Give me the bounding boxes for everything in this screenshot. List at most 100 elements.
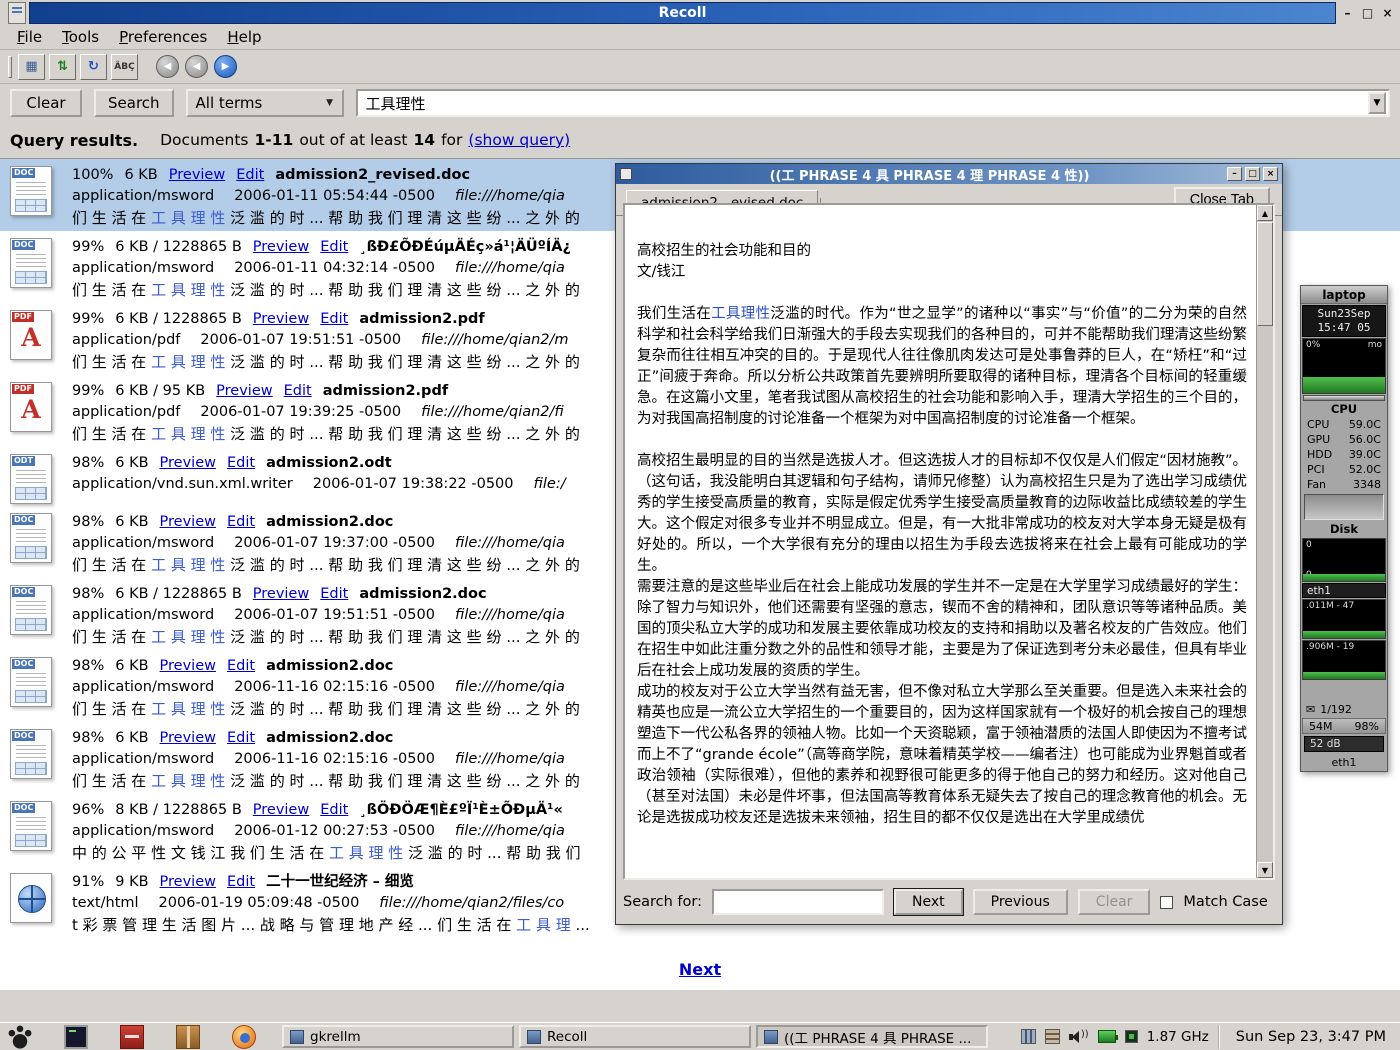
clear-button[interactable]: Clear (10, 89, 82, 117)
preview-link[interactable]: Preview (160, 655, 216, 677)
gkrellm-clock: Sun23Sep 15:47 05 (1302, 305, 1386, 337)
sensor-label: GPU (1307, 432, 1330, 447)
menu-help[interactable]: Help (218, 26, 270, 48)
result-mime: application/pdf (72, 402, 180, 423)
red-app-launcher-icon[interactable] (120, 1025, 144, 1049)
results-count-text: Documents (160, 131, 248, 149)
sort-order-icon[interactable]: ⇅ (49, 54, 76, 80)
preview-link[interactable]: Preview (169, 164, 225, 186)
nav-back-icon[interactable]: ◀ (156, 55, 179, 78)
terminal-launcher-icon[interactable] (64, 1025, 88, 1049)
doc-lines (16, 254, 46, 268)
snippet-text: 泛 滥 的 时 ... 帮 助 我 们 理 清 这 些 纷 ... 之 外 的 (225, 425, 579, 443)
preview-link[interactable]: Preview (253, 308, 309, 330)
preview-link[interactable]: Preview (160, 452, 216, 474)
preview-window-menu-icon[interactable] (620, 168, 632, 180)
find-input[interactable] (712, 889, 884, 915)
result-title: admission2.doc (266, 655, 393, 677)
matched-term: 工 具 理 性 (151, 700, 225, 718)
minimize-button[interactable]: – (1339, 2, 1356, 24)
edit-link[interactable]: Edit (320, 236, 348, 258)
package-launcher-icon[interactable] (176, 1025, 200, 1049)
nav-forward-icon[interactable]: ▶ (214, 55, 237, 78)
preview-link[interactable]: Preview (253, 236, 309, 258)
edit-link[interactable]: Edit (320, 308, 348, 330)
query-history-chevron-icon[interactable]: ▼ (1368, 92, 1386, 114)
result-title: admission2.doc (359, 583, 486, 605)
preview-maximize-button[interactable]: □ (1245, 167, 1260, 181)
preview-link[interactable]: Preview (160, 871, 216, 893)
result-mime: application/pdf (72, 330, 180, 351)
result-relevance: 98% (72, 583, 104, 605)
result-relevance: 99% (72, 308, 104, 330)
task-button-label: gkrellm (310, 1029, 361, 1045)
edit-link[interactable]: Edit (227, 511, 255, 533)
show-query-link[interactable]: (show query) (468, 131, 570, 149)
results-table-icon[interactable]: ▦ (18, 54, 45, 80)
firefox-launcher-icon[interactable] (232, 1025, 256, 1049)
window-menu-icon[interactable] (8, 2, 26, 24)
preview-close-button[interactable]: × (1263, 167, 1278, 181)
find-clear-button: Clear (1078, 889, 1151, 915)
result-title: admission2.doc (266, 511, 393, 533)
scroll-up-icon[interactable]: ▲ (1257, 205, 1273, 221)
preview-link[interactable]: Preview (253, 799, 309, 821)
search-mode-select[interactable]: All terms ▼ (186, 89, 344, 117)
power-icon[interactable] (1098, 1030, 1116, 1043)
layout-indicator-icon[interactable] (1045, 1029, 1060, 1044)
query-input[interactable]: 工具理性 ▼ (356, 89, 1390, 117)
snippet-text: ... (571, 916, 590, 934)
preview-minimize-button[interactable]: – (1227, 167, 1242, 181)
sensor-label: CPU (1307, 417, 1329, 432)
edit-link[interactable]: Edit (284, 380, 312, 402)
preview-titlebar[interactable]: ((工 PHRASE 4 具 PHRASE 4 理 PHRASE 4 性)) –… (616, 164, 1282, 184)
snippet-text: 们 生 活 在 (72, 700, 151, 718)
result-date: 2006-01-11 04:32:14 -0500 (234, 258, 435, 279)
preview-link[interactable]: Preview (253, 583, 309, 605)
scrollbar-thumb[interactable] (1257, 222, 1273, 326)
result-file-icon (10, 871, 72, 936)
result-url: file:///home/qian2/files/co (379, 893, 564, 914)
menu-file[interactable]: File (8, 26, 51, 48)
preview-scrollbar[interactable]: ▲ ▼ (1256, 205, 1273, 878)
edit-link[interactable]: Edit (227, 727, 255, 749)
preview-paragraph: 成功的校友对于公立大学当然有益无害，但不像对私立大学那么至关重要。但是选入未来社… (637, 682, 1247, 829)
task-button[interactable]: ((工 PHRASE 4 具 PHRASE ... (756, 1025, 988, 1048)
taskbar-clock: Sun Sep 23, 3:47 PM (1218, 1025, 1392, 1049)
preview-link[interactable]: Preview (160, 727, 216, 749)
find-next-button[interactable]: Next (894, 889, 963, 915)
result-url: file:///home/qia (455, 258, 565, 279)
preview-link[interactable]: Preview (160, 511, 216, 533)
result-mime: application/msword (72, 749, 214, 770)
edit-link[interactable]: Edit (320, 799, 348, 821)
edit-link[interactable]: Edit (227, 452, 255, 474)
search-button[interactable]: Search (94, 89, 174, 117)
close-button[interactable]: × (1379, 2, 1396, 24)
speaker-icon[interactable]: )) (1069, 1029, 1089, 1045)
taskbar: gkrellm Recoll((工 PHRASE 4 具 PHRASE ... )… (0, 1022, 1400, 1050)
edit-link[interactable]: Edit (227, 655, 255, 677)
spellcheck-icon[interactable]: ÂBÇ (111, 54, 138, 80)
task-button[interactable]: Recoll (519, 1025, 751, 1048)
match-case-checkbox[interactable] (1160, 896, 1173, 909)
fan-value: 3348 (1353, 477, 1381, 492)
net-section-title: eth1 (1302, 583, 1386, 598)
toolbar-drag-handle[interactable] (8, 56, 12, 78)
cpu-frequency: 1.87 GHz (1147, 1029, 1209, 1045)
term-explorer-icon[interactable]: ↻ (80, 54, 107, 80)
menu-preferences[interactable]: Preferences (110, 26, 216, 48)
edit-link[interactable]: Edit (320, 583, 348, 605)
edit-link[interactable]: Edit (236, 164, 264, 186)
next-page-link[interactable]: Next (679, 960, 721, 979)
menu-tools[interactable]: Tools (53, 26, 108, 48)
paw-launcher-icon[interactable] (8, 1025, 32, 1049)
scroll-down-icon[interactable]: ▼ (1257, 862, 1273, 878)
task-button[interactable]: gkrellm (282, 1025, 514, 1048)
edit-link[interactable]: Edit (227, 871, 255, 893)
preview-link[interactable]: Preview (216, 380, 272, 402)
doc-file-icon: DOC (10, 166, 52, 216)
nav-back-page-icon[interactable]: ◀ (185, 55, 208, 78)
keyboard-indicator-icon[interactable] (1021, 1029, 1036, 1044)
maximize-button[interactable]: □ (1359, 2, 1376, 24)
find-previous-button[interactable]: Previous (973, 889, 1068, 915)
